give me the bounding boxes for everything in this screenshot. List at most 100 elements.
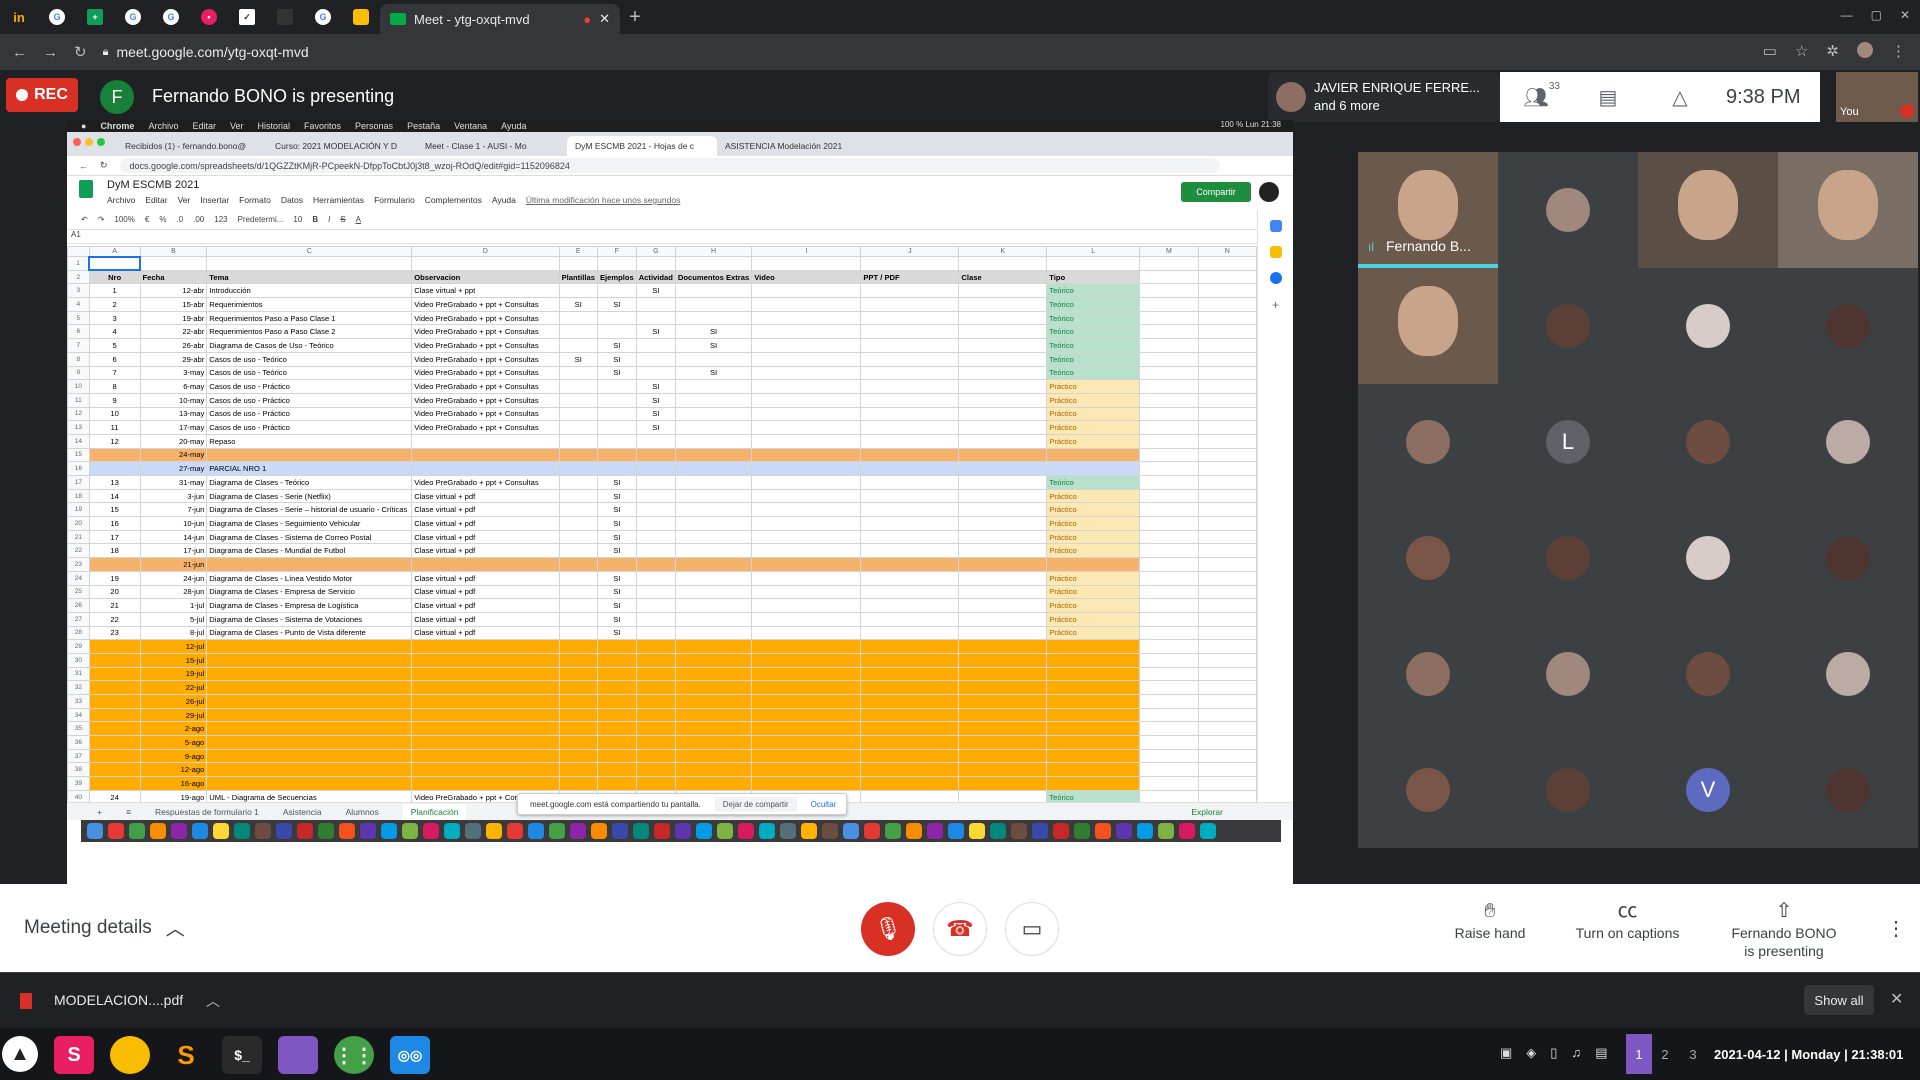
- participant-tile[interactable]: [1638, 268, 1778, 384]
- participant-tile[interactable]: [1778, 268, 1918, 384]
- pinned-tab[interactable]: [342, 0, 380, 34]
- join-notification[interactable]: JAVIER ENRIQUE FERRE... and 6 more: [1268, 72, 1500, 122]
- cell-empty: [751, 338, 862, 353]
- profile-avatar[interactable]: [1857, 42, 1873, 58]
- more-options-icon[interactable]: ⋮: [1886, 916, 1906, 941]
- pinned-tab[interactable]: G: [114, 0, 152, 34]
- sublime-app-icon[interactable]: S: [166, 1036, 206, 1074]
- close-icon[interactable]: ✕: [1890, 989, 1903, 1009]
- chrome-app-icon[interactable]: [110, 1036, 150, 1074]
- cell-nro: 10: [88, 406, 141, 422]
- participant-video-tile[interactable]: [1638, 152, 1778, 268]
- apps-grid-icon[interactable]: ⋮⋮: [334, 1036, 374, 1074]
- chat-icon[interactable]: ▤: [1595, 1045, 1607, 1061]
- meeting-details-button[interactable]: Meeting details ︿: [24, 914, 185, 941]
- pinned-tab[interactable]: [266, 0, 304, 34]
- cell-tipo: [1046, 721, 1141, 737]
- participant-tile[interactable]: [1358, 732, 1498, 848]
- self-view-tile[interactable]: You: [1836, 72, 1918, 122]
- viewer-app-icon[interactable]: ◎◎: [390, 1036, 430, 1074]
- cell-fecha: 26-abr: [139, 338, 208, 353]
- participant-tile[interactable]: [1498, 152, 1638, 268]
- pinned-tab[interactable]: ✓: [228, 0, 266, 34]
- cell-fecha: 12-ago: [139, 762, 208, 778]
- url-field[interactable]: 🔒︎ meet.google.com/ytg-oxqt-mvd: [103, 44, 309, 60]
- avatar: [1826, 304, 1870, 348]
- cell-act: [635, 570, 676, 586]
- participant-tile[interactable]: [1358, 384, 1498, 500]
- participant-tile[interactable]: [1358, 616, 1498, 732]
- leave-call-button[interactable]: ☎︎: [933, 902, 987, 956]
- presenting-button[interactable]: ⇧ Fernando BONO is presenting: [1722, 901, 1846, 960]
- files-app-icon[interactable]: [278, 1036, 318, 1074]
- activities-button[interactable]: △: [1644, 85, 1716, 110]
- mic-toggle-button[interactable]: 🎙︎: [861, 902, 915, 956]
- row-number: 9: [67, 365, 90, 381]
- dock-app-icon: [906, 823, 922, 839]
- cell-empty: [860, 488, 960, 504]
- cell-tema: Requerimientos Paso a Paso Clase 2: [206, 324, 413, 340]
- cell-nro: [88, 776, 141, 791]
- dock-app-icon: [1053, 823, 1069, 839]
- participant-tile[interactable]: [1498, 616, 1638, 732]
- participant-video-tile[interactable]: ıl Fernando B...: [1358, 152, 1498, 268]
- participant-video-tile[interactable]: [1358, 268, 1498, 384]
- participant-tile[interactable]: L: [1498, 384, 1638, 500]
- participant-tile[interactable]: [1498, 500, 1638, 616]
- workspace-1[interactable]: 1: [1626, 1034, 1652, 1074]
- cell-nro: 2: [88, 297, 141, 312]
- close-window-icon[interactable]: ✕: [1900, 8, 1910, 22]
- participant-tile[interactable]: V: [1638, 732, 1778, 848]
- pinned-tab[interactable]: G: [304, 0, 342, 34]
- participant-tile[interactable]: [1778, 732, 1918, 848]
- download-item[interactable]: MODELACION....pdf: [54, 992, 183, 1008]
- music-icon[interactable]: ♫: [1571, 1045, 1581, 1061]
- extensions-icon[interactable]: ✲: [1826, 42, 1839, 60]
- participant-tile[interactable]: [1358, 500, 1498, 616]
- participant-tile[interactable]: [1778, 500, 1918, 616]
- pinned-tab[interactable]: in: [0, 0, 38, 34]
- minimize-icon[interactable]: —: [1841, 8, 1853, 22]
- reload-icon[interactable]: ↻: [74, 43, 87, 61]
- back-icon[interactable]: ←: [12, 44, 27, 61]
- workspace-2[interactable]: 2: [1652, 1034, 1678, 1074]
- participant-tile[interactable]: [1498, 268, 1638, 384]
- menu-icon[interactable]: ⋮: [1891, 42, 1906, 60]
- tab-meet[interactable]: Meet - ytg-oxqt-mvd ● ✕: [380, 4, 620, 34]
- cell-tipo: Práctico: [1046, 502, 1141, 518]
- close-tab-icon[interactable]: ✕: [599, 11, 610, 27]
- pinned-tab[interactable]: G: [152, 0, 190, 34]
- raise-hand-button[interactable]: ✋︎ Raise hand: [1440, 901, 1540, 942]
- phone-icon[interactable]: ▯: [1550, 1045, 1557, 1061]
- maximize-icon[interactable]: ▢: [1871, 8, 1882, 22]
- cell-empty: [860, 406, 960, 422]
- clipboard-icon[interactable]: ▣: [1500, 1045, 1512, 1061]
- participant-tile[interactable]: [1498, 732, 1638, 848]
- participant-tile[interactable]: [1638, 384, 1778, 500]
- pinned-tab[interactable]: •: [190, 0, 228, 34]
- forward-icon[interactable]: →: [43, 44, 58, 61]
- cell-fecha: 12-abr: [139, 283, 208, 299]
- participant-tile[interactable]: [1638, 500, 1778, 616]
- camera-blocked-icon[interactable]: ▭: [1763, 42, 1777, 60]
- participant-video-tile[interactable]: [1778, 152, 1918, 268]
- chevron-up-icon[interactable]: ︿: [206, 991, 220, 1011]
- people-button[interactable]: 👥︎ 33: [1500, 81, 1572, 110]
- slack-app-icon[interactable]: S: [54, 1036, 94, 1074]
- terminal-app-icon[interactable]: $_: [222, 1036, 262, 1074]
- pinned-tab[interactable]: G: [38, 0, 76, 34]
- shield-icon[interactable]: ◈: [1526, 1045, 1536, 1061]
- participant-tile[interactable]: [1638, 616, 1778, 732]
- new-tab-button[interactable]: +: [620, 6, 650, 29]
- launcher-icon[interactable]: ▲: [2, 1036, 38, 1072]
- pinned-tab[interactable]: +: [76, 0, 114, 34]
- dock-app-icon: [1179, 823, 1195, 839]
- chat-button[interactable]: ▤: [1572, 85, 1644, 110]
- bookmark-star-icon[interactable]: ☆: [1795, 42, 1808, 60]
- workspace-3[interactable]: 3: [1680, 1034, 1706, 1074]
- participant-tile[interactable]: [1778, 384, 1918, 500]
- captions-button[interactable]: ㏄ Turn on captions: [1570, 901, 1685, 942]
- participant-tile[interactable]: [1778, 616, 1918, 732]
- camera-toggle-button[interactable]: ▭: [1005, 902, 1059, 956]
- show-all-button[interactable]: Show all: [1804, 985, 1874, 1015]
